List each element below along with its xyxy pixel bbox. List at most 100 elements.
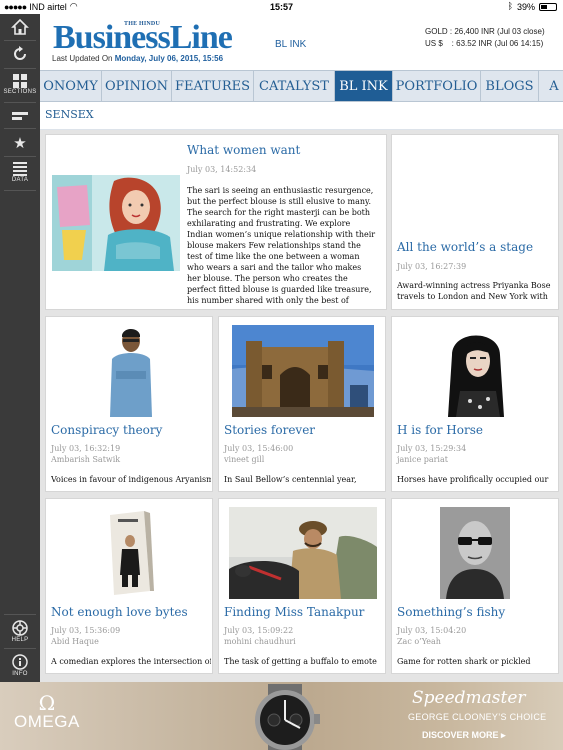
last-updated-date: Monday, July 06, 2015, 15:56: [114, 54, 224, 63]
author-photo: [442, 325, 510, 417]
article-thumbnail: [442, 325, 510, 417]
sidebar-info-label: INFO: [12, 671, 28, 677]
last-updated-prefix: Last Updated On: [52, 54, 113, 63]
article-grid: What women want July 03, 14:52:34 The sa…: [40, 130, 563, 682]
ad-brand: OMEGA: [14, 712, 80, 731]
help-icon: [12, 620, 28, 636]
article-author: Zac o’Yeah: [397, 637, 441, 646]
illustration-image: [52, 175, 180, 271]
article-thumbnail: [232, 325, 374, 417]
article-thumbnail: [229, 507, 377, 599]
author-photo: [104, 325, 158, 417]
sidebar-home-button[interactable]: [0, 18, 40, 36]
ad-banner[interactable]: Ω OMEGA Speedmaster GEORGE CLOONEY’S CHO…: [0, 682, 563, 750]
article-date: July 03, 15:04:20: [397, 626, 467, 635]
article-card[interactable]: H is for Horse July 03, 15:29:34 janice …: [391, 316, 559, 492]
tab-sensex[interactable]: SENSEX: [45, 108, 94, 121]
market-ticker: GOLD : 26,400 INR (Jul 03 close) US $ : …: [425, 26, 545, 50]
section-label: BL INK: [275, 39, 307, 50]
author-photo: [440, 507, 510, 599]
article-author: janice pariat: [397, 455, 448, 464]
list-icon: [13, 162, 27, 176]
tab-features[interactable]: FEATURES: [172, 71, 254, 101]
section-tabs: ONOMY OPINION FEATURES CATALYST BL INK P…: [40, 70, 563, 102]
article-date: July 03, 16:32:19: [51, 444, 121, 453]
clock: 15:57: [269, 2, 294, 12]
sidebar-divider: [4, 648, 36, 649]
sidebar-ticker-button[interactable]: [0, 110, 40, 122]
article-thumbnail: [104, 507, 156, 599]
status-bar: ●●●●● IND airtel ◠ 15:57 ᛒ 39%: [0, 0, 563, 14]
tab-bl-ink[interactable]: BL INK: [335, 71, 393, 101]
article-author: Ambarish Satwik: [51, 455, 121, 464]
article-author: vineet gill: [224, 455, 265, 464]
tab-catalyst[interactable]: CATALYST: [254, 71, 335, 101]
bluetooth-icon: ᛒ: [507, 2, 513, 12]
article-title[interactable]: Conspiracy theory: [51, 423, 162, 437]
sidebar-divider: [4, 68, 36, 69]
tab-opinion[interactable]: OPINION: [102, 71, 172, 101]
sidebar-divider: [4, 614, 36, 615]
article-title[interactable]: Stories forever: [224, 423, 315, 437]
article-card[interactable]: Stories forever July 03, 15:46:00 vineet…: [218, 316, 386, 492]
article-card[interactable]: All the world’s a stage July 03, 16:27:3…: [391, 134, 559, 310]
article-date: July 03, 15:29:34: [397, 444, 467, 453]
book-cover-image: [104, 507, 156, 599]
usd-rate: US $ : 63.52 INR (Jul 06 14:15): [425, 39, 544, 48]
omega-logo: Ω OMEGA: [14, 691, 80, 732]
article-excerpt: Horses have prolifically occupied our: [397, 475, 549, 484]
article-excerpt: The task of getting a buffalo to emote: [224, 657, 377, 666]
last-updated: Last Updated On Monday, July 06, 2015, 1…: [52, 54, 223, 63]
sidebar-sections-button[interactable]: SECTIONS: [0, 74, 40, 95]
article-title[interactable]: All the world’s a stage: [397, 240, 533, 254]
tab-economy[interactable]: ONOMY: [40, 71, 102, 101]
ad-cta-link[interactable]: DISCOVER MORE ▸: [422, 730, 506, 741]
article-author: mohini chaudhuri: [224, 637, 296, 646]
sidebar-divider: [4, 156, 36, 157]
tab-more[interactable]: A: [539, 71, 563, 101]
watch-image: [255, 684, 320, 750]
article-date: July 03, 15:09:22: [224, 626, 294, 635]
article-title[interactable]: Something’s fishy: [397, 605, 505, 619]
omega-symbol-icon: Ω: [38, 691, 56, 715]
article-author: Abid Haque: [51, 637, 99, 646]
gateway-photo: [232, 325, 374, 417]
sidebar-divider: [4, 40, 36, 41]
article-card[interactable]: Conspiracy theory July 03, 16:32:19 Amba…: [45, 316, 213, 492]
article-card[interactable]: Not enough love bytes July 03, 15:36:09 …: [45, 498, 213, 674]
article-date: July 03, 15:36:09: [51, 626, 121, 635]
article-excerpt: Award-winning actress Priyanka Bose trav…: [397, 281, 551, 301]
sidebar-help-button[interactable]: HELP: [0, 620, 40, 643]
sidebar-divider: [4, 102, 36, 103]
businessline-logo[interactable]: BusinessLine: [53, 18, 233, 58]
sidebar-data-button[interactable]: DATA: [0, 162, 40, 183]
left-sidebar: SECTIONS ★ DATA HELP INFO: [0, 14, 40, 750]
article-excerpt: The sari is seeing an enthusiastic resur…: [187, 186, 376, 305]
article-card[interactable]: Something’s fishy July 03, 15:04:20 Zac …: [391, 498, 559, 674]
tab-blogs[interactable]: BLOGS: [481, 71, 539, 101]
sidebar-sections-label: SECTIONS: [3, 89, 37, 95]
sidebar-refresh-button[interactable]: [0, 46, 40, 62]
article-title[interactable]: Finding Miss Tanakpur: [224, 605, 364, 619]
sidebar-help-label: HELP: [11, 637, 29, 643]
article-title[interactable]: What women want: [187, 143, 300, 157]
grid-icon: [13, 74, 27, 88]
article-excerpt: Voices in favour of indigenous Aryanism: [51, 475, 211, 484]
sidebar-divider: [4, 190, 36, 191]
article-thumbnail: [104, 325, 158, 417]
sidebar-data-label: DATA: [11, 177, 29, 183]
sidebar-info-button[interactable]: INFO: [0, 654, 40, 677]
article-card[interactable]: Finding Miss Tanakpur July 03, 15:09:22 …: [218, 498, 386, 674]
home-icon: [11, 18, 29, 35]
sub-tabs: SENSEX: [40, 102, 563, 130]
article-card[interactable]: What women want July 03, 14:52:34 The sa…: [45, 134, 387, 310]
article-date: July 03, 15:46:00: [224, 444, 294, 453]
ticker-icon: [12, 112, 28, 120]
tab-portfolio[interactable]: PORTFOLIO: [393, 71, 481, 101]
article-title[interactable]: Not enough love bytes: [51, 605, 188, 619]
sidebar-divider: [4, 128, 36, 129]
article-title[interactable]: H is for Horse: [397, 423, 483, 437]
sidebar-favourites-button[interactable]: ★: [0, 134, 40, 152]
info-icon: [12, 654, 28, 670]
article-excerpt: A comedian explores the intersection of: [51, 657, 211, 666]
